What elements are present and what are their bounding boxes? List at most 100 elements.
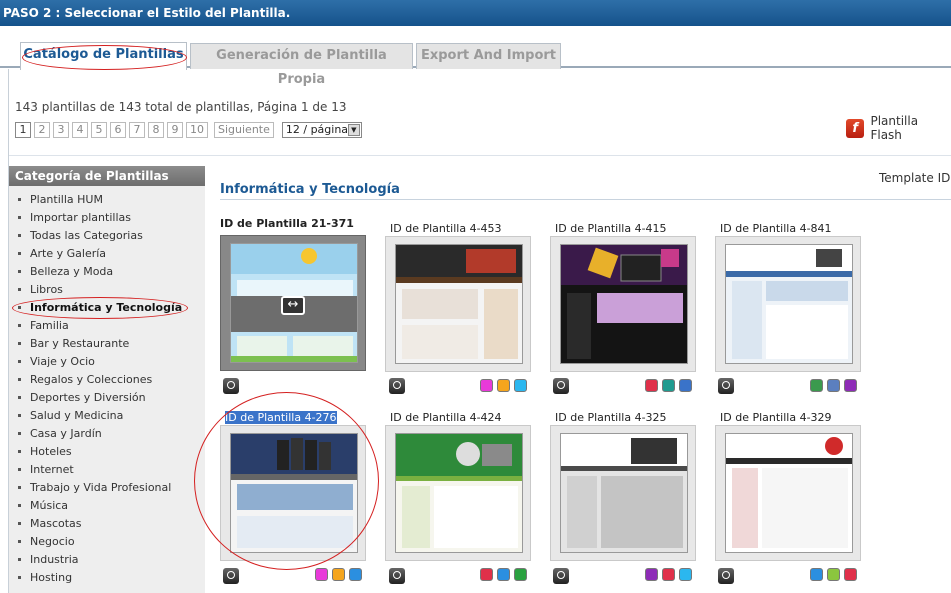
page-2[interactable]: 2 — [34, 122, 50, 138]
template-preview-graphic — [561, 245, 687, 363]
template-title: ID de Plantilla 4-453 — [390, 222, 502, 235]
template-card[interactable] — [550, 425, 696, 561]
sidebar-item-libros[interactable]: Libros — [9, 282, 205, 300]
sidebar-item-regalos[interactable]: Regalos y Colecciones — [9, 372, 205, 390]
page-3[interactable]: 3 — [53, 122, 69, 138]
page-8[interactable]: 8 — [148, 122, 164, 138]
color-swatch[interactable] — [810, 568, 823, 581]
sidebar-item-hoteles[interactable]: Hoteles — [9, 444, 205, 462]
color-swatch[interactable] — [645, 568, 658, 581]
sidebar-item-industria[interactable]: Industria — [9, 552, 205, 570]
sidebar-item-casa-jardin[interactable]: Casa y Jardín — [9, 426, 205, 444]
magnifier-icon[interactable] — [223, 568, 239, 584]
color-swatch[interactable] — [645, 379, 658, 392]
template-thumbnail — [560, 433, 688, 553]
sidebar-item-todas-categorias[interactable]: Todas las Categorias — [9, 228, 205, 246]
color-swatch[interactable] — [497, 379, 510, 392]
tab-custom-template[interactable]: Generación de Plantilla Propia — [190, 43, 413, 87]
template-card[interactable] — [220, 425, 366, 561]
color-swatch[interactable] — [844, 568, 857, 581]
magnifier-icon[interactable] — [223, 378, 239, 394]
template-preview-graphic — [726, 434, 852, 552]
template-thumbnail — [230, 433, 358, 553]
sidebar-item-familia[interactable]: Familia — [9, 318, 205, 336]
template-thumbnail: ↔ — [230, 243, 358, 363]
template-card[interactable]: ↔ — [220, 235, 366, 371]
color-swatch[interactable] — [662, 568, 675, 581]
template-title: ID de Plantilla 4-415 — [555, 222, 667, 235]
magnifier-icon[interactable] — [718, 568, 734, 584]
tab-export-import-label: Export And Import — [420, 48, 557, 63]
divider — [9, 155, 951, 156]
sidebar-item-arte-galeria[interactable]: Arte y Galería — [9, 246, 205, 264]
sidebar-item-trabajo[interactable]: Trabajo y Vida Profesional — [9, 480, 205, 498]
page-title: PASO 2 : Seleccionar el Estilo del Plant… — [3, 6, 291, 20]
color-swatch[interactable] — [480, 379, 493, 392]
template-preview-graphic — [396, 245, 522, 363]
template-thumbnail — [560, 244, 688, 364]
page-7[interactable]: 7 — [129, 122, 145, 138]
sidebar-item-internet[interactable]: Internet — [9, 462, 205, 480]
tab-catalog[interactable]: Catálogo de Plantillas — [20, 42, 187, 70]
magnifier-icon[interactable] — [553, 568, 569, 584]
sidebar-item-deportes[interactable]: Deportes y Diversión — [9, 390, 205, 408]
color-swatch[interactable] — [662, 379, 675, 392]
page-1[interactable]: 1 — [15, 122, 31, 138]
sidebar-item-negocio[interactable]: Negocio — [9, 534, 205, 552]
per-page-value: 12 / página — [285, 123, 349, 136]
color-swatch[interactable] — [497, 568, 510, 581]
color-swatch[interactable] — [679, 379, 692, 392]
template-title: ID de Plantilla 4-276 — [225, 411, 337, 424]
sidebar-item-belleza-moda[interactable]: Belleza y Moda — [9, 264, 205, 282]
flash-template-link[interactable]: f Plantilla Flash — [846, 114, 951, 142]
template-preview-graphic — [231, 434, 357, 552]
page-4[interactable]: 4 — [72, 122, 88, 138]
page-6[interactable]: 6 — [110, 122, 126, 138]
template-title: ID de Plantilla 4-329 — [720, 411, 832, 424]
chevron-down-icon: ▼ — [347, 124, 360, 136]
sidebar-item-mascotas[interactable]: Mascotas — [9, 516, 205, 534]
template-card[interactable] — [385, 236, 531, 372]
template-card[interactable] — [715, 236, 861, 372]
template-id-label: Template ID — [879, 171, 951, 185]
page-5[interactable]: 5 — [91, 122, 107, 138]
page-10[interactable]: 10 — [186, 122, 208, 138]
next-page-button[interactable]: Siguiente — [214, 122, 274, 138]
flash-icon: f — [846, 118, 865, 138]
color-swatch[interactable] — [332, 568, 345, 581]
color-swatch[interactable] — [480, 568, 493, 581]
tab-bar: Catálogo de Plantillas Generación de Pla… — [0, 40, 951, 87]
page-9[interactable]: 9 — [167, 122, 183, 138]
category-sidebar: Categoría de Plantillas Plantilla HUM Im… — [9, 166, 205, 593]
color-swatch[interactable] — [315, 568, 328, 581]
color-swatch[interactable] — [844, 379, 857, 392]
magnifier-icon[interactable] — [718, 378, 734, 394]
magnifier-icon[interactable] — [553, 378, 569, 394]
per-page-select[interactable]: 12 / página ▼ — [281, 122, 362, 138]
sidebar-item-viaje-ocio[interactable]: Viaje y Ocio — [9, 354, 205, 372]
color-swatch[interactable] — [514, 379, 527, 392]
color-swatch[interactable] — [349, 568, 362, 581]
sidebar-item-importar-plantillas[interactable]: Importar plantillas — [9, 210, 205, 228]
color-swatch[interactable] — [679, 568, 692, 581]
sidebar-item-plantilla-hum[interactable]: Plantilla HUM — [9, 192, 205, 210]
color-swatch[interactable] — [514, 568, 527, 581]
sidebar-item-informatica[interactable]: Informática y Tecnología — [9, 300, 205, 318]
sidebar-item-salud[interactable]: Salud y Medicina — [9, 408, 205, 426]
header-bar: PASO 2 : Seleccionar el Estilo del Plant… — [0, 0, 951, 26]
magnifier-icon[interactable] — [389, 378, 405, 394]
template-card[interactable] — [715, 425, 861, 561]
color-swatch[interactable] — [827, 568, 840, 581]
color-swatch[interactable] — [827, 379, 840, 392]
resize-arrows-icon: ↔ — [281, 296, 305, 315]
template-title: ID de Plantilla 4-841 — [720, 222, 832, 235]
sidebar-item-musica[interactable]: Música — [9, 498, 205, 516]
tab-export-import[interactable]: Export And Import — [416, 43, 561, 69]
sidebar-item-bar-restaurante[interactable]: Bar y Restaurante — [9, 336, 205, 354]
sidebar-item-hosting[interactable]: Hosting — [9, 570, 205, 588]
magnifier-icon[interactable] — [389, 568, 405, 584]
template-card[interactable] — [550, 236, 696, 372]
color-swatch[interactable] — [810, 379, 823, 392]
template-card[interactable] — [385, 425, 531, 561]
template-thumbnail — [725, 433, 853, 553]
